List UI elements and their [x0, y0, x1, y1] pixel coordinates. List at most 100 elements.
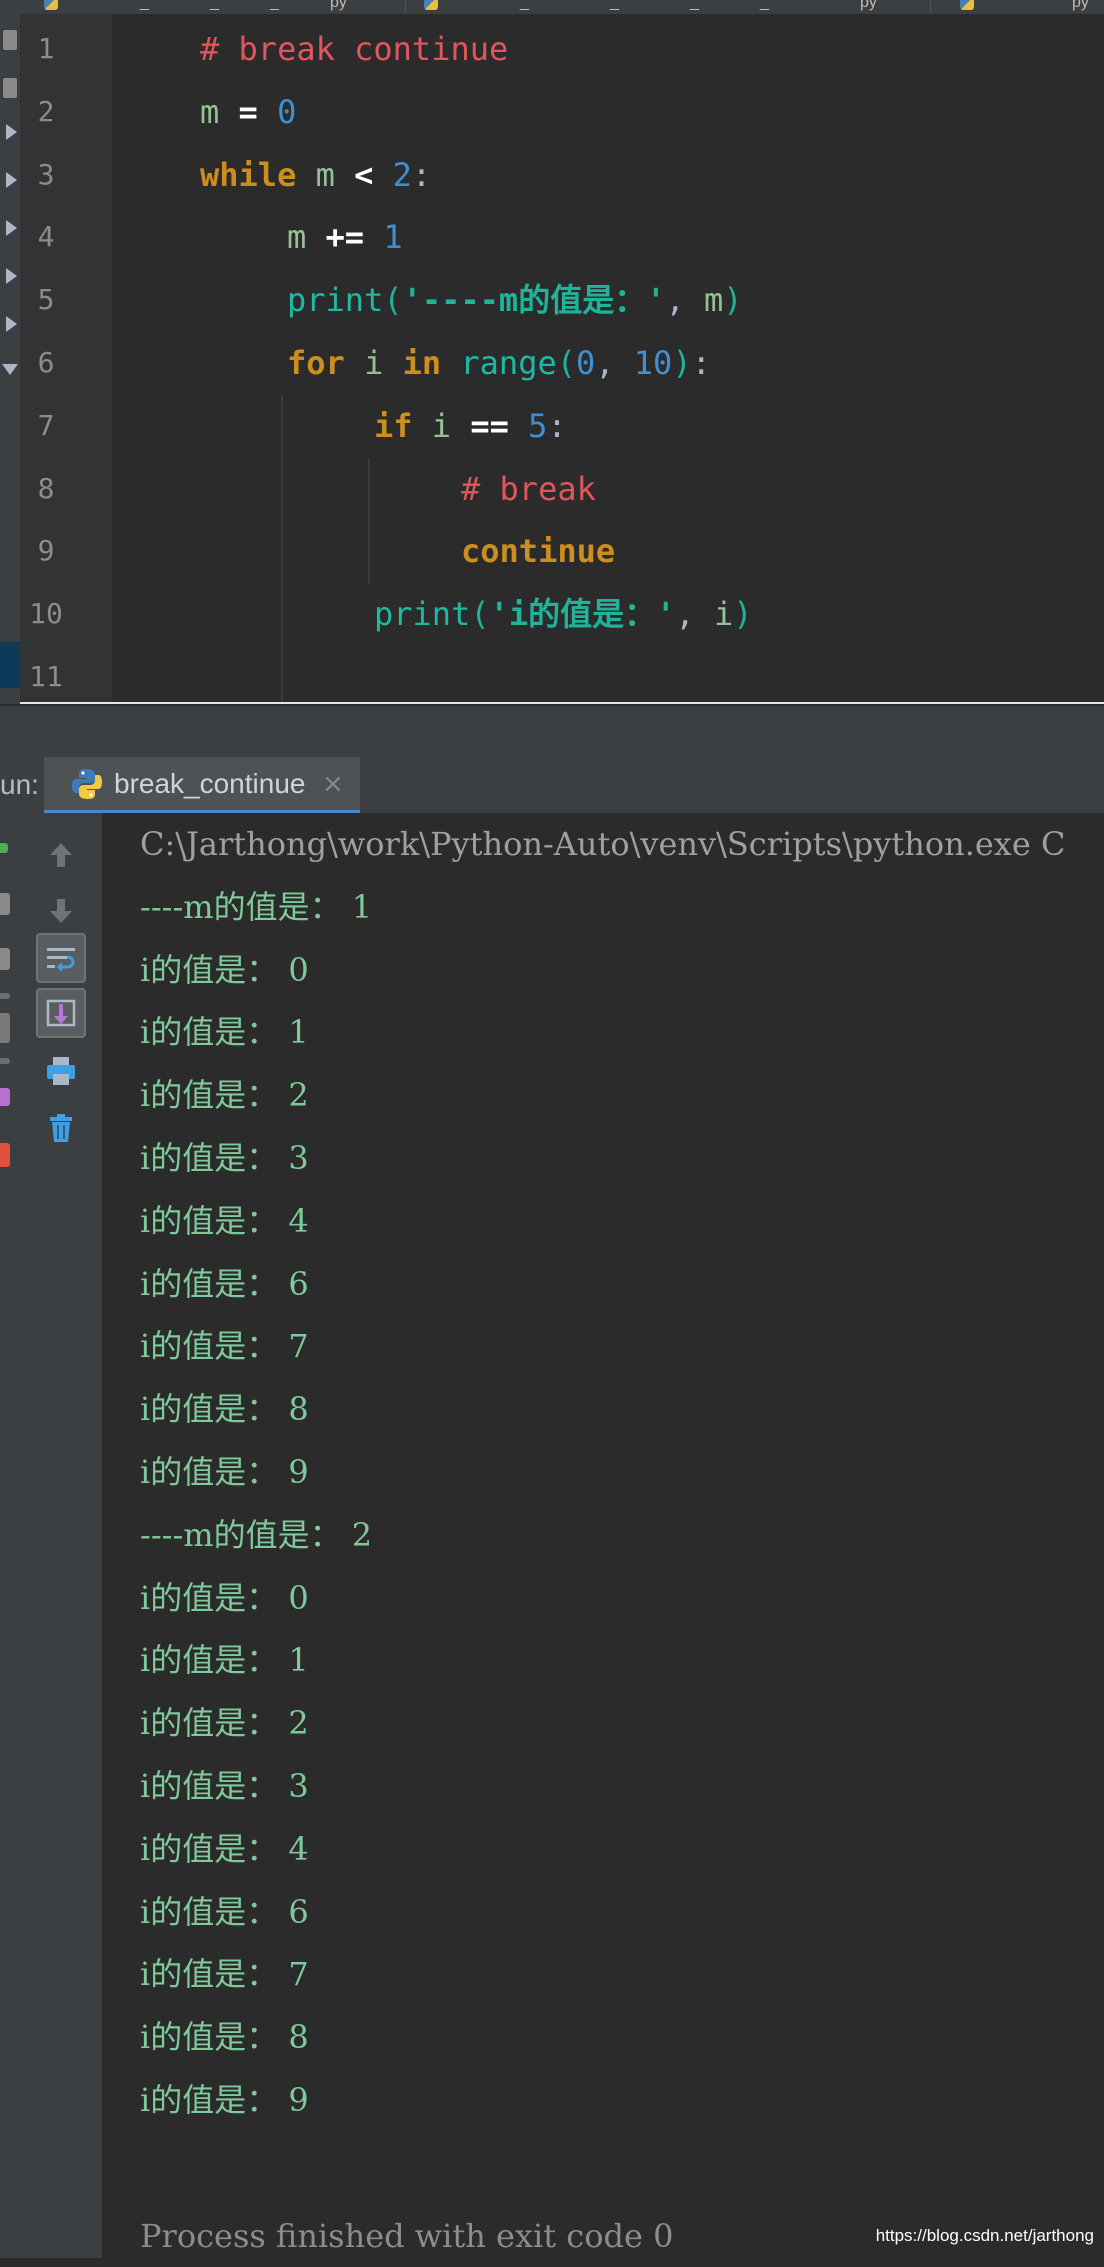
trash-icon[interactable] [36, 1103, 86, 1153]
console-line: i的值是： 9 [140, 1453, 309, 1491]
code-token: : [691, 344, 711, 382]
editor-tab-fragment[interactable]: _ [210, 0, 219, 12]
code-token: 0 [575, 344, 596, 382]
code-token: # break [461, 469, 596, 508]
console-output[interactable]: C:\Jarthong\work\Python-Auto\venv\Script… [102, 813, 1104, 2258]
code-line[interactable]: # break continue [200, 18, 1104, 80]
collapse-triangle-icon[interactable] [2, 364, 18, 375]
indent-guide [281, 394, 283, 709]
close-icon[interactable]: × [322, 757, 344, 811]
editor-tab-fragment[interactable]: py [860, 0, 877, 12]
line-number: 9 [37, 534, 55, 568]
code-token: 2 [392, 155, 412, 194]
line-number: 10 [29, 597, 63, 631]
rerun-icon[interactable] [0, 843, 8, 853]
code-token: 0 [277, 92, 297, 131]
code-line[interactable]: # break [461, 458, 1104, 520]
code-token: ) [672, 344, 692, 382]
tab-break-continue[interactable]: break_continue × [44, 757, 360, 813]
expand-triangle-icon[interactable] [6, 172, 17, 188]
editor-tab-fragment[interactable]: _ [140, 0, 149, 12]
console-line: i的值是： 7 [140, 1955, 309, 1994]
editor-tab-fragment[interactable]: _ [520, 0, 529, 12]
python-file-icon [960, 0, 974, 10]
python-icon [72, 769, 102, 799]
code-token: i [713, 595, 734, 634]
code-line[interactable]: m = 0 [200, 81, 1104, 143]
code-token: , [665, 281, 704, 320]
code-token: m [315, 155, 335, 194]
down-arrow-icon[interactable] [36, 886, 86, 936]
indent-guide [368, 457, 370, 584]
console-line: i的值是： 0 [140, 950, 309, 989]
code-line[interactable]: if i == 5: [374, 395, 1104, 457]
editor-tab-fragment[interactable]: _ [760, 0, 769, 12]
code-token: ( [556, 344, 576, 382]
code-line[interactable] [200, 646, 1104, 708]
editor-tab-fragment[interactable]: py [1072, 0, 1089, 12]
console-line: i的值是： 1 [140, 1013, 309, 1052]
stop-icon[interactable] [0, 893, 10, 915]
editor-bottom-border [20, 702, 1104, 704]
code-line[interactable]: while m < 2: [200, 144, 1104, 206]
code-line[interactable]: continue [461, 520, 1104, 582]
console-command-line: C:\Jarthong\work\Python-Auto\venv\Script… [140, 825, 1066, 863]
code-editor[interactable]: _ _ _ py _ _ _ _ py py 1 2 3 4 5 6 7 8 9 10 11 # b… [0, 0, 1104, 709]
code-token: if [374, 406, 413, 445]
close-run-icon[interactable] [0, 1143, 10, 1167]
code-token: in [402, 344, 442, 382]
code-area[interactable]: # break continue m = 0 while m < 2: m += 1p… [112, 14, 1104, 709]
debug-icon[interactable] [0, 1088, 10, 1106]
line-number: 3 [37, 157, 55, 191]
expand-triangle-icon[interactable] [6, 124, 17, 140]
line-number: 1 [37, 32, 55, 65]
code-token: i [431, 406, 452, 445]
line-number: 11 [29, 660, 63, 693]
code-token: while [200, 155, 297, 194]
layout-icon[interactable] [0, 1013, 10, 1043]
tab-separator [405, 0, 406, 14]
line-number: 5 [37, 283, 55, 317]
console-line: i的值是： 6 [140, 1892, 309, 1931]
expand-triangle-icon[interactable] [6, 268, 17, 284]
expand-triangle-icon[interactable] [6, 316, 17, 332]
code-token: for [287, 344, 345, 382]
code-token: ) [723, 281, 743, 320]
tab-label: break_continue [114, 768, 306, 799]
code-line[interactable]: print('i的值是：', i) [374, 583, 1104, 645]
editor-tab-fragment[interactable]: _ [690, 0, 699, 12]
console-line: i的值是： 3 [140, 1767, 309, 1805]
pause-icon[interactable] [0, 948, 10, 970]
print-icon[interactable] [36, 1046, 86, 1096]
soft-wrap-icon[interactable] [36, 933, 86, 983]
editor-tab-fragment[interactable]: _ [270, 0, 279, 12]
editor-tab-fragment[interactable]: py [330, 0, 347, 12]
dots-icon [0, 1058, 10, 1064]
structure-marker-icon [3, 30, 17, 50]
code-token: range [460, 344, 557, 382]
code-line[interactable]: for i in range(0, 10): [287, 332, 1104, 394]
code-token: continue [461, 532, 616, 571]
tab-separator [930, 0, 931, 14]
code-token: , [595, 344, 634, 382]
code-token: ) [733, 595, 753, 634]
editor-tab-strip[interactable]: _ _ _ py _ _ _ _ py py [0, 0, 1104, 15]
code-line[interactable]: m += 1 [287, 206, 1104, 268]
code-token: print [287, 281, 384, 320]
up-arrow-icon[interactable] [36, 830, 86, 880]
code-line[interactable]: print('----m的值是：', m) [287, 269, 1104, 331]
expand-triangle-icon[interactable] [6, 220, 17, 236]
line-number: 7 [37, 408, 55, 442]
code-token: m [704, 281, 724, 320]
code-token: : [547, 406, 567, 445]
selected-tree-item[interactable] [0, 642, 20, 688]
console-line: i的值是： 2 [140, 1076, 309, 1115]
console-line: ----m的值是： 2 [140, 1515, 373, 1554]
process-finished-message: Process finished with exit code 0 [140, 2216, 674, 2255]
editor-tab-fragment[interactable]: _ [610, 0, 619, 12]
scroll-to-end-icon[interactable] [36, 988, 86, 1038]
